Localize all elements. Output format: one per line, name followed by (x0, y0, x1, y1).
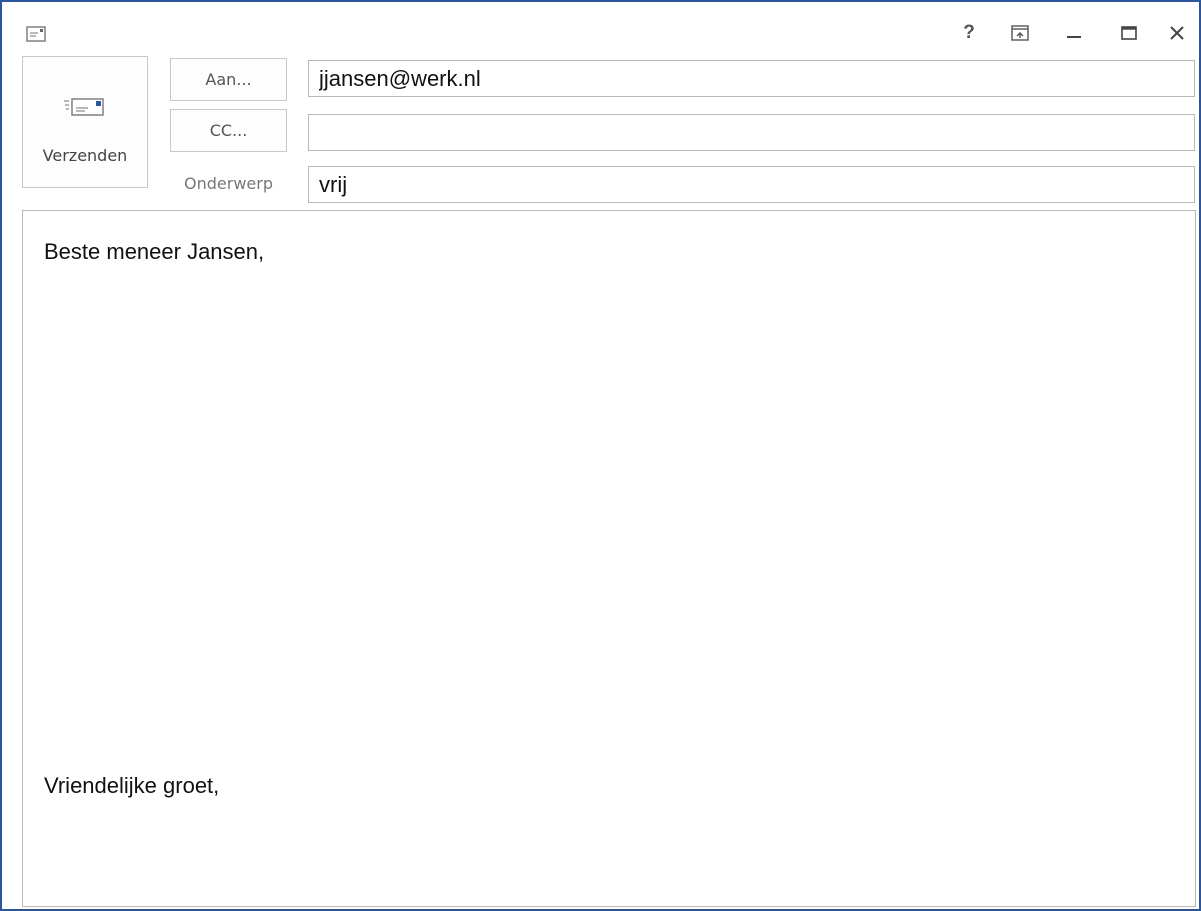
send-button[interactable]: Verzenden (22, 56, 148, 188)
maximize-icon[interactable] (1111, 18, 1147, 48)
close-icon[interactable] (1159, 18, 1195, 48)
help-icon[interactable]: ? (951, 18, 987, 48)
body-closing: Vriendelijke groet, (44, 773, 220, 798)
title-bar: ? (2, 2, 1199, 50)
send-label: Verzenden (42, 146, 128, 165)
to-button[interactable]: Aan... (170, 58, 287, 101)
cc-input[interactable] (308, 114, 1195, 151)
minimize-icon[interactable] (1056, 18, 1092, 48)
message-body[interactable]: Beste meneer Jansen, Vriendelijke groet, (22, 210, 1196, 907)
send-envelope-icon (63, 95, 107, 126)
message-icon (26, 26, 46, 47)
subject-input[interactable] (308, 166, 1195, 203)
compose-window: ? Verzenden Aan... CC... Onderwerp jjans… (0, 0, 1201, 911)
subject-label: Onderwerp (184, 173, 273, 193)
cc-button[interactable]: CC... (170, 109, 287, 152)
to-input[interactable] (308, 60, 1195, 97)
help-glyph: ? (963, 22, 975, 43)
ribbon-display-icon[interactable] (1002, 18, 1038, 48)
body-greeting: Beste meneer Jansen, (44, 239, 265, 264)
